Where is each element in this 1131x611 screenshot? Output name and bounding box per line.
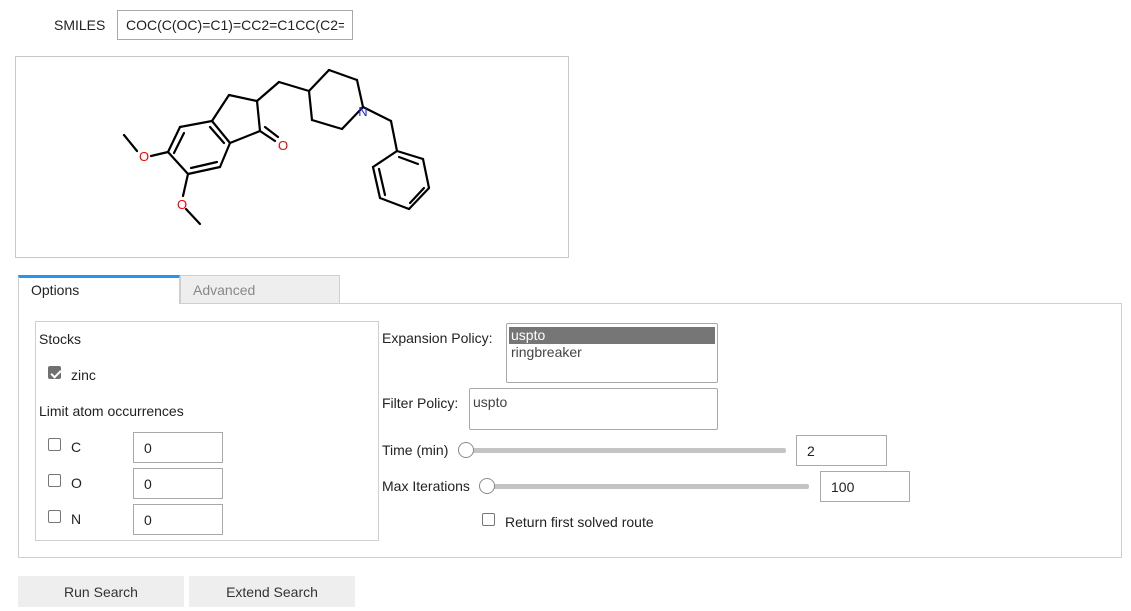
- molecule-depiction: O O O N: [15, 56, 569, 258]
- filter-policy-label: Filter Policy:: [382, 395, 459, 411]
- expansion-option-ringbreaker[interactable]: ringbreaker: [509, 344, 715, 361]
- expansion-policy-label: Expansion Policy:: [382, 330, 493, 346]
- molecule-structure-svg: O O O N: [122, 68, 431, 226]
- atom-c-limit-input[interactable]: [133, 432, 223, 463]
- expansion-option-uspto[interactable]: uspto: [509, 327, 715, 344]
- atom-n-checkbox[interactable]: [48, 510, 61, 523]
- atom-n-limit-input[interactable]: [133, 504, 223, 535]
- limit-atoms-title: Limit atom occurrences: [39, 403, 184, 419]
- atom-c-label: C: [71, 439, 82, 455]
- max-iterations-slider-thumb[interactable]: [479, 478, 495, 494]
- atom-label-oxygen: O: [139, 149, 149, 164]
- expansion-policy-select[interactable]: uspto ringbreaker: [506, 323, 718, 383]
- max-iterations-slider-track[interactable]: [482, 484, 809, 489]
- atom-o-checkbox[interactable]: [48, 474, 61, 487]
- extend-search-button[interactable]: Extend Search: [189, 576, 355, 607]
- run-search-button[interactable]: Run Search: [18, 576, 184, 607]
- tab-advanced[interactable]: Advanced: [180, 275, 340, 304]
- max-iterations-label: Max Iterations: [382, 478, 470, 494]
- max-iterations-input[interactable]: [820, 471, 910, 502]
- atom-label-oxygen: O: [278, 138, 288, 153]
- filter-option-uspto[interactable]: uspto: [473, 394, 714, 410]
- smiles-input[interactable]: [117, 10, 353, 40]
- return-first-checkbox[interactable]: [482, 513, 495, 526]
- stock-zinc-label: zinc: [71, 367, 96, 383]
- time-slider-thumb[interactable]: [458, 442, 474, 458]
- stock-zinc-checkbox[interactable]: [48, 366, 61, 379]
- filter-policy-select[interactable]: uspto: [469, 388, 718, 430]
- atom-o-limit-input[interactable]: [133, 468, 223, 499]
- return-first-label: Return first solved route: [505, 514, 654, 530]
- time-label: Time (min): [382, 442, 449, 458]
- atom-label-nitrogen: N: [358, 104, 367, 119]
- atom-n-label: N: [71, 511, 82, 527]
- stocks-title: Stocks: [39, 331, 82, 347]
- smiles-label: SMILES: [54, 17, 106, 33]
- atom-o-label: O: [71, 475, 82, 491]
- time-slider-track[interactable]: [461, 448, 786, 453]
- time-input[interactable]: [796, 435, 887, 466]
- atom-label-oxygen: O: [177, 197, 187, 212]
- atom-c-checkbox[interactable]: [48, 438, 61, 451]
- tab-options[interactable]: Options: [18, 275, 180, 304]
